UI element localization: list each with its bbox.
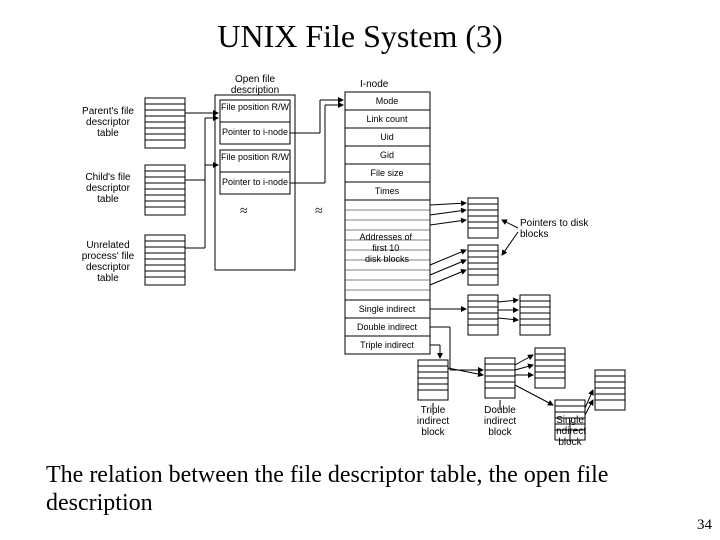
svg-text:≈: ≈ <box>240 204 248 219</box>
ofd-e1b: Pointer to i-node <box>222 127 288 137</box>
parent-fd-table <box>145 98 185 148</box>
direct-blocks <box>468 198 498 285</box>
ofd-e1a: File position R/W <box>221 102 290 112</box>
svg-text:Uid: Uid <box>380 132 394 142</box>
svg-text:File size: File size <box>370 168 403 178</box>
diagram: Parent's file descriptor table Child's f… <box>90 70 650 450</box>
unrelated-fd-table <box>145 235 185 285</box>
diagram-svg: File position R/W Pointer to i-node File… <box>90 70 650 450</box>
ofd-e2b: Pointer to i-node <box>222 177 288 187</box>
child-fd-table <box>145 165 185 215</box>
svg-text:Single indirect: Single indirect <box>359 304 416 314</box>
single-ind-block <box>468 295 498 335</box>
svg-text:Double indirect: Double indirect <box>357 322 418 332</box>
svg-text:Mode: Mode <box>376 96 399 106</box>
svg-text:Gid: Gid <box>380 150 394 160</box>
inode-box: Mode Link count Uid Gid File size Times … <box>345 92 430 354</box>
svg-text:Addresses of first 10: Addresses of first 10 disk blocks <box>359 232 414 264</box>
triple-ind-block <box>418 360 448 400</box>
svg-text:Triple indirect: Triple indirect <box>360 340 414 350</box>
double-ind-block <box>485 358 515 398</box>
page-number: 34 <box>697 517 712 534</box>
svg-text:Link count: Link count <box>366 114 408 124</box>
ofd-e2a: File position R/W <box>221 152 290 162</box>
svg-text:Times: Times <box>375 186 400 196</box>
svg-text:≈: ≈ <box>315 204 323 219</box>
slide-title: UNIX File System (3) <box>0 0 720 55</box>
caption: The relation between the file descriptor… <box>46 462 676 517</box>
